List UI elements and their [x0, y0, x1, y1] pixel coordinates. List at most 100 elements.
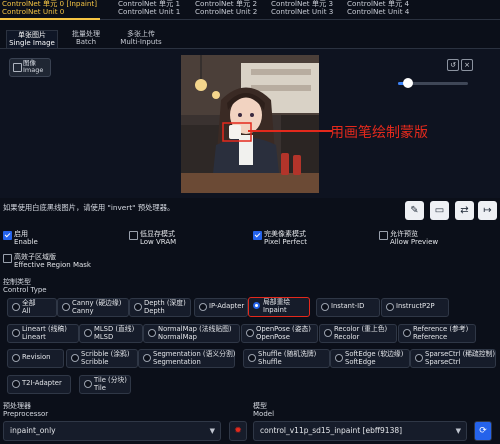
- camera-icon-button[interactable]: ▭: [430, 201, 449, 220]
- refresh-models-button[interactable]: ⟳: [474, 421, 492, 441]
- radio-instant-id[interactable]: [321, 303, 329, 311]
- tab-unit-1[interactable]: ControlNet 单元 1 ControlNet Unit 1: [118, 0, 188, 20]
- control-type-softedge-en: SoftEdge: [345, 357, 376, 366]
- tab-batch[interactable]: 批量处理 Batch: [64, 30, 108, 48]
- chevron-down-icon: ▼: [455, 427, 461, 435]
- control-type-depth-en: Depth: [144, 306, 165, 315]
- control-type-normalmap-en: NormalMap: [158, 332, 197, 341]
- radio-softedge[interactable]: [335, 354, 343, 362]
- control-type-canny[interactable]: Canny (硬边缘) Canny: [57, 298, 129, 317]
- radio-canny[interactable]: [62, 303, 70, 311]
- control-type-t2i-adapter[interactable]: T2I-Adapter: [7, 375, 71, 394]
- preprocessor-value: inpaint_only: [10, 426, 56, 435]
- control-type-tile-en: Tile: [94, 383, 106, 392]
- brush-size-handle[interactable]: [403, 78, 413, 88]
- checkbox-low-vram-en: Low VRAM: [140, 238, 177, 247]
- active-tab-indicator: [0, 18, 100, 20]
- tab-multi-inputs[interactable]: 多张上传 Multi-Inputs: [116, 30, 166, 48]
- control-type-segmentation-en: Segmentation: [153, 357, 201, 366]
- control-type-lineart[interactable]: Lineart (线稿) Lineart: [7, 324, 79, 343]
- control-type-all[interactable]: 全部 All: [7, 298, 57, 317]
- run-preprocessor-button[interactable]: ✹: [229, 421, 247, 441]
- checkbox-enable[interactable]: 启用 Enable: [3, 230, 38, 246]
- radio-sparsectrl[interactable]: [415, 354, 423, 362]
- control-type-reference-en: Reference: [413, 332, 448, 341]
- checkbox-effective-region-mask-box[interactable]: [3, 254, 12, 263]
- radio-normalmap[interactable]: [148, 329, 156, 337]
- radio-shuffle[interactable]: [248, 354, 256, 362]
- model-label-en: Model: [253, 410, 275, 419]
- tab-unit-2[interactable]: ControlNet 单元 2 ControlNet Unit 2: [195, 0, 265, 20]
- checkbox-effective-region-mask[interactable]: 高效子区域版 Effective Region Mask: [3, 253, 91, 269]
- radio-t2i-adapter[interactable]: [12, 380, 20, 388]
- tab-unit-4[interactable]: ControlNet 单元 4 ControlNet Unit 4: [347, 0, 417, 20]
- control-type-tile[interactable]: Tile (分块) Tile: [79, 375, 131, 394]
- radio-revision[interactable]: [12, 354, 20, 362]
- tab-unit-0[interactable]: ControlNet 单元 0 [Inpaint] ControlNet Uni…: [2, 0, 102, 20]
- control-type-instant-id[interactable]: Instant-ID: [316, 298, 380, 317]
- radio-openpose[interactable]: [246, 329, 254, 337]
- control-type-inpaint[interactable]: 局部重绘 Inpaint: [248, 297, 310, 317]
- radio-mlsd[interactable]: [84, 329, 92, 337]
- control-type-sparsectrl[interactable]: SparseCtrl (稀疏控制) SparseCtrl: [410, 349, 496, 368]
- canvas-image[interactable]: [181, 55, 319, 193]
- control-type-ip-adapter[interactable]: IP-Adapter: [194, 298, 248, 317]
- control-type-reference[interactable]: Reference (参考) Reference: [398, 324, 476, 343]
- checkbox-pixel-perfect[interactable]: 完美像素模式 Pixel Perfect: [253, 230, 307, 246]
- radio-tile[interactable]: [84, 380, 92, 388]
- checkbox-allow-preview-cn: 允许预览: [390, 230, 418, 238]
- tab-unit-2-subtitle: ControlNet Unit 2: [195, 7, 258, 17]
- image-label-chip: 图像 Image: [9, 58, 51, 77]
- tab-unit-0-subtitle: ControlNet Unit 0: [2, 7, 65, 17]
- radio-depth[interactable]: [134, 303, 142, 311]
- checkbox-pixel-perfect-cn: 完美像素模式: [264, 230, 306, 238]
- checkbox-effective-region-mask-cn: 高效子区域版: [14, 253, 56, 261]
- model-dropdown[interactable]: control_v11p_sd15_inpaint [ebff9138] ▼: [253, 421, 467, 441]
- checkbox-enable-cn: 启用: [14, 230, 28, 238]
- undo-icon[interactable]: ↺: [447, 59, 459, 71]
- swap-icon-button[interactable]: ⇄: [455, 201, 474, 220]
- control-type-shuffle[interactable]: Shuffle (随机洗牌) Shuffle: [243, 349, 330, 368]
- control-type-mlsd-en: MLSD: [94, 332, 114, 341]
- control-type-revision[interactable]: Revision: [7, 349, 64, 368]
- control-type-openpose[interactable]: OpenPose (姿态) OpenPose: [241, 324, 318, 343]
- control-type-depth[interactable]: Depth (深度) Depth: [129, 298, 191, 317]
- control-type-mlsd[interactable]: MLSD (直线) MLSD: [79, 324, 143, 343]
- send-dimensions-icon-button[interactable]: ↦: [478, 201, 497, 220]
- control-type-label-en: Control Type: [3, 286, 47, 295]
- control-type-segmentation[interactable]: Segmentation (语义分割) Segmentation: [138, 349, 235, 368]
- checkbox-pixel-perfect-box[interactable]: [253, 231, 262, 240]
- checkbox-allow-preview-box[interactable]: [379, 231, 388, 240]
- radio-segmentation[interactable]: [143, 354, 151, 362]
- annotation-text: 用画笔绘制蒙版: [330, 125, 428, 141]
- tab-unit-3[interactable]: ControlNet 单元 3 ControlNet Unit 3: [271, 0, 341, 20]
- radio-ip-adapter[interactable]: [199, 303, 207, 311]
- radio-scribble[interactable]: [71, 354, 79, 362]
- preprocessor-label-en: Preprocessor: [3, 410, 49, 419]
- control-type-softedge[interactable]: SoftEdge (软边缘) SoftEdge: [330, 349, 410, 368]
- control-type-scribble[interactable]: Scribble (涂鸦) Scribble: [66, 349, 138, 368]
- control-type-inpaint-en: Inpaint: [263, 305, 287, 314]
- radio-reference[interactable]: [403, 329, 411, 337]
- control-type-shuffle-en: Shuffle: [258, 357, 282, 366]
- control-type-instructp2p[interactable]: InstructP2P: [381, 298, 449, 317]
- close-icon[interactable]: ×: [461, 59, 473, 71]
- radio-recolor[interactable]: [324, 329, 332, 337]
- radio-instructp2p[interactable]: [386, 303, 394, 311]
- tab-unit-4-subtitle: ControlNet Unit 4: [347, 7, 410, 17]
- edit-icon-button[interactable]: ✎: [405, 201, 424, 220]
- model-value: control_v11p_sd15_inpaint [ebff9138]: [260, 426, 403, 435]
- cafe-girl-illustration: [181, 55, 319, 193]
- control-type-recolor[interactable]: Recolor (重上色) Recolor: [319, 324, 397, 343]
- checkbox-low-vram-box[interactable]: [129, 231, 138, 240]
- radio-all[interactable]: [12, 303, 20, 311]
- radio-inpaint[interactable]: [253, 302, 260, 309]
- preprocessor-dropdown[interactable]: inpaint_only ▼: [3, 421, 221, 441]
- image-label-en: Image: [23, 66, 44, 75]
- radio-lineart[interactable]: [12, 329, 20, 337]
- control-type-normalmap[interactable]: NormalMap (法线贴图) NormalMap: [143, 324, 240, 343]
- checkbox-allow-preview[interactable]: 允许预览 Allow Preview: [379, 230, 438, 246]
- tab-single-image[interactable]: 单张图片 Single Image: [6, 30, 58, 49]
- checkbox-enable-box[interactable]: [3, 231, 12, 240]
- checkbox-low-vram[interactable]: 低显存模式 Low VRAM: [129, 230, 176, 246]
